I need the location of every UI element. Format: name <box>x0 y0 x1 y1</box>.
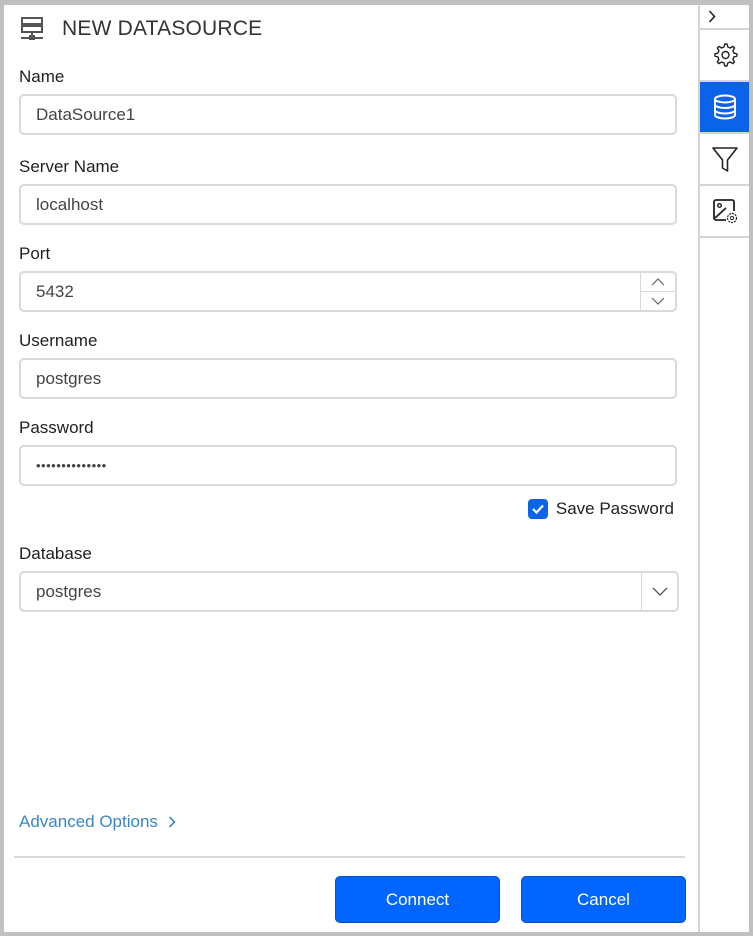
chevron-down-icon <box>651 297 665 305</box>
server-name-value: localhost <box>36 194 104 214</box>
username-value: postgres <box>36 368 102 388</box>
password-label: Password <box>19 418 94 437</box>
chevron-down-icon <box>652 587 667 596</box>
database-label: Database <box>19 544 92 563</box>
chevron-right-icon <box>168 816 176 828</box>
filter-icon <box>711 147 738 172</box>
database-dropdown-button[interactable] <box>641 573 677 610</box>
name-input[interactable]: DataSource1 <box>19 94 677 135</box>
main-pane: NEW DATASOURCE Name DataSource1 Server N… <box>4 5 698 932</box>
checkmark-icon <box>532 504 544 515</box>
server-icon <box>21 17 43 40</box>
server-name-input[interactable]: localhost <box>19 184 677 225</box>
name-value: DataSource1 <box>36 104 136 124</box>
side-rail <box>698 5 749 932</box>
rail-item-image-settings[interactable] <box>700 186 749 238</box>
port-increment-button[interactable] <box>641 273 675 291</box>
rail-item-settings[interactable] <box>700 30 749 82</box>
chevron-right-icon <box>708 10 716 23</box>
password-input[interactable]: •••••••••••••• <box>19 445 677 486</box>
image-settings-icon <box>712 199 737 224</box>
rail-item-datasource[interactable] <box>700 82 749 134</box>
panel-header: NEW DATASOURCE <box>19 15 262 43</box>
cancel-button[interactable]: Cancel <box>521 876 686 923</box>
port-label: Port <box>19 244 51 263</box>
save-password-option[interactable]: Save Password <box>527 499 674 519</box>
chevron-up-icon <box>651 278 665 286</box>
database-select[interactable]: postgres <box>19 571 679 612</box>
port-value: 5432 <box>36 281 74 301</box>
page-title: NEW DATASOURCE <box>62 17 263 40</box>
port-stepper[interactable]: 5432 <box>19 271 677 312</box>
gear-icon <box>713 43 738 67</box>
advanced-options-label: Advanced Options <box>19 812 158 831</box>
database-icon <box>713 94 736 120</box>
collapse-rail-button[interactable] <box>700 5 749 30</box>
username-label: Username <box>19 331 98 350</box>
port-decrement-button[interactable] <box>641 291 675 310</box>
database-value: postgres <box>36 581 102 601</box>
datasource-panel: NEW DATASOURCE Name DataSource1 Server N… <box>4 5 749 932</box>
username-input[interactable]: postgres <box>19 358 677 399</box>
save-password-checkbox[interactable] <box>527 499 548 519</box>
port-spinner <box>640 273 675 310</box>
advanced-options-link[interactable]: Advanced Options <box>19 812 176 832</box>
save-password-label: Save Password <box>555 499 674 518</box>
connect-button[interactable]: Connect <box>335 876 500 923</box>
name-label: Name <box>19 67 65 86</box>
rail-item-filter[interactable] <box>700 134 749 186</box>
password-value: •••••••••••••• <box>36 458 107 473</box>
server-name-label: Server Name <box>19 157 120 176</box>
footer-divider <box>14 856 685 858</box>
